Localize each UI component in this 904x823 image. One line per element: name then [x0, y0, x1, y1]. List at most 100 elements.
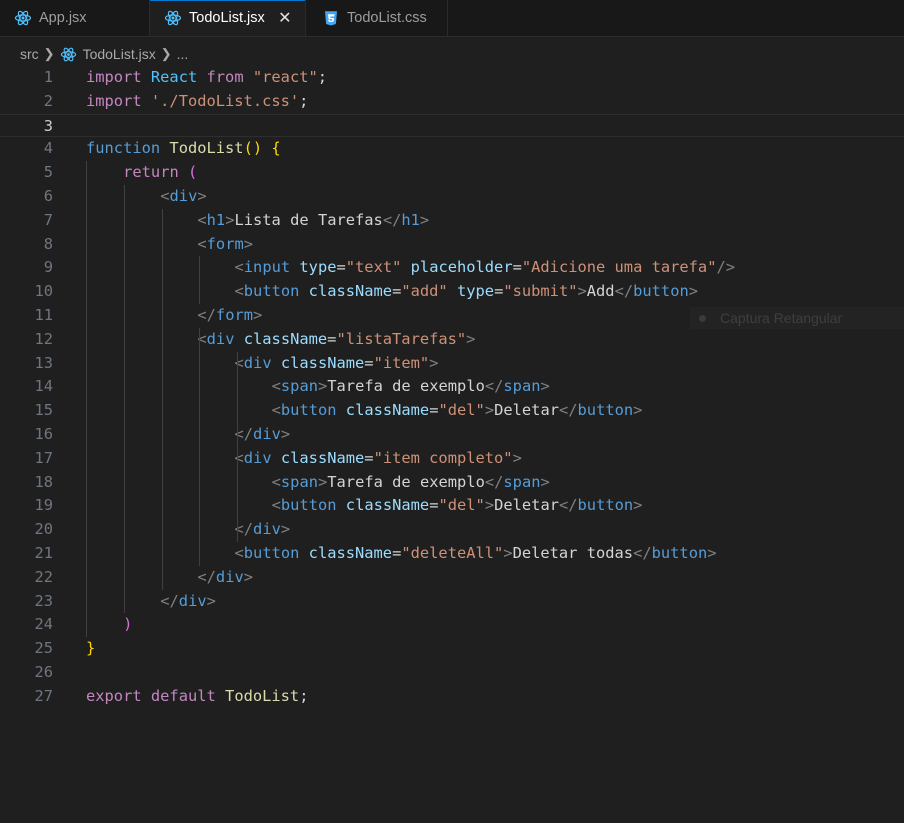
code-line[interactable]: 8 <form>: [0, 233, 904, 257]
line-number: 7: [43, 210, 53, 229]
line-number: 19: [34, 496, 53, 515]
css-icon: [322, 9, 340, 27]
code-line[interactable]: 7 <h1>Lista de Tarefas</h1>: [0, 209, 904, 233]
code-line[interactable]: 2 import './TodoList.css';: [0, 90, 904, 114]
line-number: 8: [43, 234, 53, 253]
line-number: 23: [34, 591, 53, 610]
react-icon: [164, 9, 182, 27]
line-number: 21: [34, 544, 53, 562]
indent-guide: [123, 185, 125, 614]
line-number: 9: [43, 258, 53, 277]
line-number: 25: [34, 639, 53, 658]
code-line[interactable]: 4 function TodoList() {: [0, 137, 904, 161]
indent-guide: [237, 351, 239, 447]
line-number: 15: [34, 401, 53, 420]
react-icon: [60, 46, 77, 63]
code-text: </div>: [234, 520, 291, 539]
code-line[interactable]: 6 <div>: [0, 185, 904, 209]
line-number: 26: [34, 663, 53, 681]
line-number: 22: [34, 567, 53, 586]
code-text: return (: [123, 163, 198, 182]
code-text: <span>Tarefa de exemplo</span>: [271, 472, 550, 491]
line-number: 5: [43, 163, 53, 182]
code-text: <div className="listaTarefas">: [197, 329, 476, 348]
line-number: 14: [34, 377, 53, 396]
indent-guide: [161, 208, 163, 590]
code-text: </div>: [160, 591, 216, 610]
code-line[interactable]: 17 <div className="item completo">: [0, 447, 904, 471]
breadcrumb-file[interactable]: TodoList.jsx: [83, 46, 156, 62]
breadcrumb-more[interactable]: ...: [177, 46, 189, 62]
tab-bar: App.jsx TodoList.jsx ✕ TodoList.css: [0, 0, 904, 37]
code-text: <h1>Lista de Tarefas</h1>: [197, 210, 430, 229]
indent-guide: [86, 161, 87, 638]
code-text: <div className="item">: [234, 353, 439, 372]
line-number: 3: [43, 116, 53, 135]
code-text: import React from "react";: [86, 68, 328, 86]
code-line[interactable]: 16 </div>: [0, 423, 904, 447]
chevron-right-icon: ❯: [43, 46, 55, 61]
code-text: <button className="add" type="submit">Ad…: [234, 282, 699, 301]
code-text: export default TodoList;: [86, 686, 309, 705]
line-number: 13: [34, 353, 53, 372]
line-number: 1: [43, 68, 53, 86]
indent-guide: [199, 256, 201, 304]
tab-todolist-css[interactable]: TodoList.css: [306, 0, 448, 36]
code-text: }: [86, 639, 96, 658]
code-line[interactable]: 20 </div>: [0, 518, 904, 542]
code-editor[interactable]: 1 import React from "react"; 2 import './To…: [0, 66, 904, 823]
tab-todolist-jsx[interactable]: TodoList.jsx ✕: [150, 0, 306, 36]
code-text: <button className="deleteAll">Deletar to…: [234, 544, 717, 562]
capture-label: Captura Retangular: [720, 310, 843, 326]
code-text: <button className="del">Deletar</button>: [271, 496, 643, 515]
line-number: 6: [43, 187, 53, 205]
code-text: <div className="item completo">: [234, 448, 522, 467]
capture-overlay: Captura Retangular: [690, 307, 904, 329]
code-text: <span>Tarefa de exemplo</span>: [271, 377, 550, 396]
code-text: ): [123, 615, 133, 634]
tab-app-jsx[interactable]: App.jsx: [0, 0, 150, 36]
react-icon: [14, 9, 32, 27]
tab-label: App.jsx: [39, 10, 87, 26]
line-number: 18: [34, 472, 53, 491]
line-number: 12: [34, 329, 53, 348]
line-number: 2: [43, 91, 53, 110]
line-number: 20: [34, 520, 53, 539]
code-line[interactable]: 21 <button className="deleteAll">Deletar…: [0, 542, 904, 566]
code-line[interactable]: 9 <input type="text" placeholder="Adicio…: [0, 256, 904, 280]
line-number: 17: [34, 448, 53, 467]
record-dot-icon: [699, 314, 706, 322]
code-line[interactable]: 19 <button className="del">Deletar</butt…: [0, 494, 904, 518]
code-line[interactable]: 26: [0, 661, 904, 685]
code-line[interactable]: 25}: [0, 637, 904, 661]
line-number: 24: [34, 615, 53, 634]
line-number: 4: [43, 139, 53, 158]
code-line[interactable]: 22 </div>: [0, 566, 904, 590]
code-line[interactable]: 13 <div className="item">: [0, 352, 904, 376]
code-line[interactable]: 14 <span>Tarefa de exemplo</span>: [0, 375, 904, 399]
close-icon[interactable]: ✕: [277, 8, 293, 28]
code-line[interactable]: 3: [0, 113, 904, 138]
code-line[interactable]: 24 ): [0, 613, 904, 637]
chevron-right-icon: ❯: [160, 46, 172, 61]
code-line[interactable]: 27 export default TodoList;: [0, 685, 904, 709]
code-line[interactable]: 1 import React from "react";: [0, 66, 904, 90]
code-text: <button className="del">Deletar</button>: [271, 401, 643, 420]
code-text: <div>: [160, 187, 207, 205]
indent-guide: [199, 327, 201, 566]
code-line[interactable]: 23 </div>: [0, 590, 904, 614]
line-number: 16: [34, 425, 53, 443]
code-line[interactable]: 5 return (: [0, 161, 904, 185]
code-line[interactable]: 18 <span>Tarefa de exemplo</span>: [0, 471, 904, 495]
code-line[interactable]: 12 <div className="listaTarefas">: [0, 328, 904, 352]
line-number: 27: [34, 686, 53, 705]
indent-guide: [237, 446, 239, 542]
tab-label: TodoList.jsx: [189, 10, 265, 26]
code-line[interactable]: 15 <button className="del">Deletar</butt…: [0, 399, 904, 423]
code-line[interactable]: 10 <button className="add" type="submit"…: [0, 280, 904, 304]
code-text: function TodoList() {: [86, 139, 281, 158]
code-text: </form>: [197, 306, 263, 324]
breadcrumb: src ❯ TodoList.jsx ❯ ...: [20, 44, 188, 64]
breadcrumb-folder[interactable]: src: [20, 46, 39, 62]
code-text: </div>: [234, 425, 291, 443]
